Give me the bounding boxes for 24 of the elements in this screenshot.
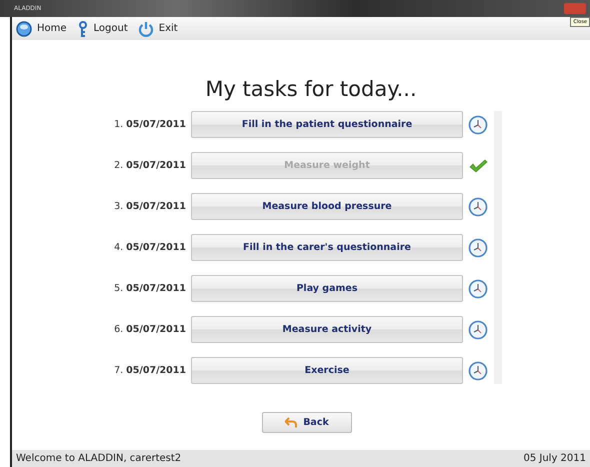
toolbar-button[interactable]: Home (16, 20, 67, 36)
task-date: 5. 05/07/2011 (113, 283, 186, 294)
task-date: 7. 05/07/2011 (113, 365, 186, 376)
power-icon (138, 20, 154, 36)
back-button[interactable]: Back (262, 412, 352, 433)
globe-icon (16, 20, 32, 36)
task-date: 3. 05/07/2011 (113, 201, 186, 212)
task-date: 1. 05/07/2011 (113, 119, 186, 130)
task-date: 4. 05/07/2011 (113, 242, 186, 253)
page-heading: My tasks for today... (205, 77, 417, 101)
toolbar-button[interactable]: Logout (76, 20, 128, 36)
task-date: 6. 05/07/2011 (113, 324, 186, 335)
welcome-text: Welcome to ALADDIN, carertest2 (16, 453, 182, 464)
task-button[interactable]: Measure blood pressure (191, 193, 463, 220)
task-button[interactable]: Play games (191, 275, 463, 302)
back-arrow-icon (285, 417, 298, 428)
task-date: 2. 05/07/2011 (113, 160, 186, 171)
task-button[interactable]: Fill in the patient questionnaire (191, 111, 463, 138)
task-button[interactable]: Measure activity (191, 316, 463, 343)
status-date: 05 July 2011 (523, 453, 586, 464)
task-button[interactable]: Exercise (191, 357, 463, 384)
close-button[interactable] (564, 3, 586, 14)
toolbar-button[interactable]: Exit (138, 20, 178, 36)
task-button[interactable]: Fill in the carer's questionnaire (191, 234, 463, 261)
